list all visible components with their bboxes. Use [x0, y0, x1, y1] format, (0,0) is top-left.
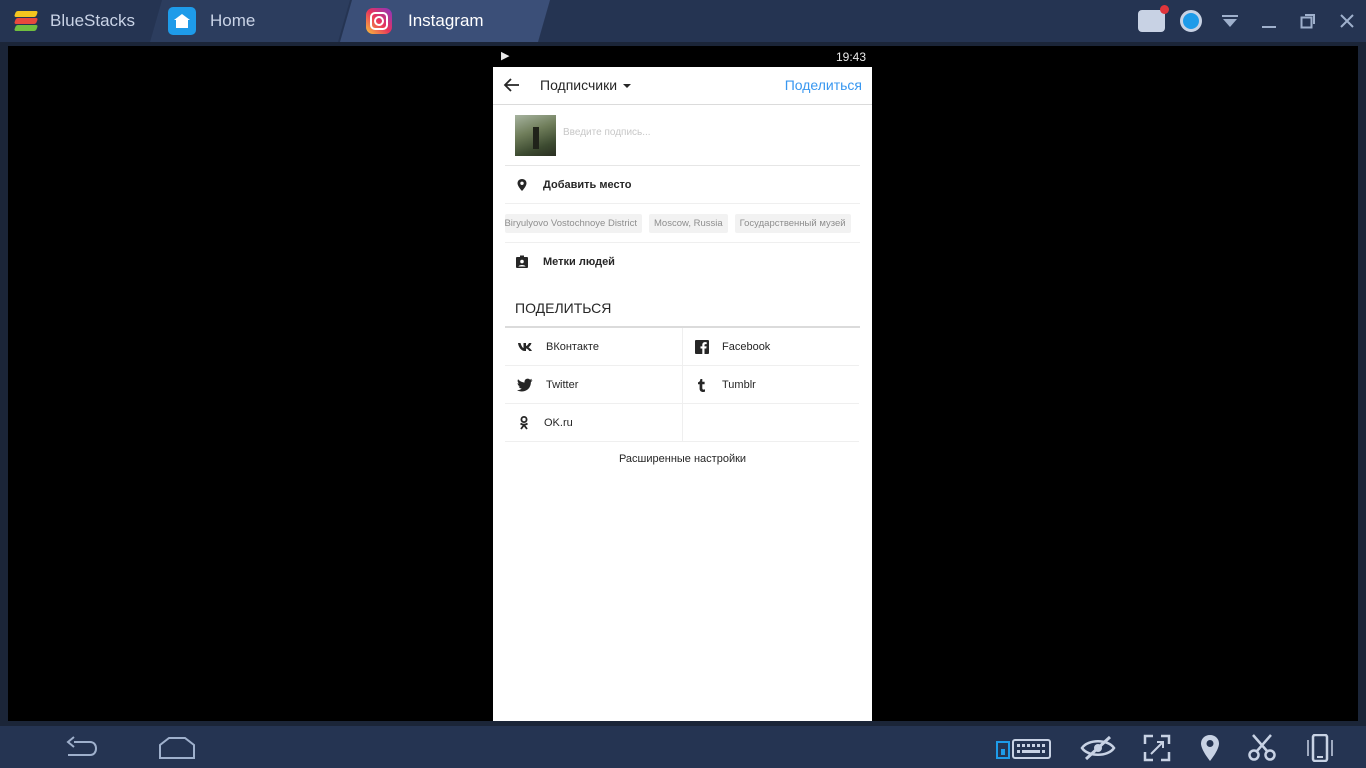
tab-home[interactable]: Home [150, 0, 350, 42]
restore-icon [1300, 14, 1315, 29]
share-section-title: ПОДЕЛИТЬСЯ [515, 300, 612, 316]
tag-people-row[interactable]: Метки людей [505, 243, 860, 281]
share-target-okru[interactable]: OK.ru [505, 404, 682, 442]
keyboard-icon[interactable] [996, 734, 1052, 762]
rotate-device-icon[interactable] [1300, 734, 1340, 762]
close-icon [1339, 14, 1354, 28]
status-time: 19:43 [835, 50, 866, 64]
audience-selector[interactable]: Подписчики [540, 77, 632, 93]
location-chip[interactable]: Государственный музей [734, 213, 851, 233]
share-target-twitter[interactable]: Twitter [505, 366, 682, 404]
location-pin-icon [517, 178, 527, 191]
share-target-facebook[interactable]: Facebook [682, 328, 859, 366]
fullscreen-icon[interactable] [1137, 734, 1177, 762]
emulator-screen: ▶ 19:43 Подписчики Поделиться Добавить м… [8, 46, 1358, 721]
share-target-tumblr[interactable]: Tumblr [682, 366, 859, 404]
location-icon[interactable] [1190, 734, 1230, 762]
location-chip[interactable]: Tsaritsyno Orekhovo-Borisovo Biryulyovo … [505, 213, 642, 233]
window-controls [1132, 0, 1366, 42]
tag-people-icon [516, 255, 528, 268]
add-location-row[interactable]: Добавить место [505, 166, 860, 204]
minimize-icon [1261, 26, 1276, 28]
multi-instance-button[interactable] [1132, 0, 1171, 42]
tab-instagram-label: Instagram [408, 11, 484, 30]
tab-instagram[interactable]: Instagram [340, 0, 550, 42]
post-thumbnail[interactable] [515, 115, 556, 156]
caption-row [505, 105, 860, 166]
vk-icon [518, 342, 532, 351]
home-icon [168, 7, 196, 35]
android-home-icon[interactable] [157, 734, 197, 762]
share-target-label: ВКонтакте [546, 340, 599, 353]
tab-home-label: Home [210, 11, 256, 30]
play-store-notification-icon: ▶ [501, 50, 510, 62]
share-target-label: Tumblr [722, 378, 756, 391]
chevron-down-icon [1221, 15, 1238, 27]
window-titlebar: BlueStacks Home Instagram [0, 0, 1366, 42]
scissors-icon[interactable] [1242, 734, 1282, 762]
share-target-label: OK.ru [544, 416, 573, 429]
twitter-icon [517, 378, 533, 391]
share-targets-grid: ВКонтакте Facebook Twitter Tumblr OK.ru [505, 326, 860, 442]
share-target-label: Twitter [546, 378, 579, 391]
app-bar: Подписчики Поделиться [493, 67, 872, 105]
tag-people-label: Метки людей [543, 256, 615, 268]
instagram-icon [366, 8, 392, 34]
tumblr-icon [698, 378, 705, 392]
profile-icon [1179, 10, 1202, 32]
add-location-label: Добавить место [543, 178, 632, 191]
instagram-share-screen: Подписчики Поделиться Добавить место Tsa… [493, 67, 872, 721]
caret-down-icon [623, 84, 632, 89]
location-suggestions: Tsaritsyno Orekhovo-Borisovo Biryulyovo … [505, 204, 860, 243]
back-arrow-icon[interactable] [503, 76, 521, 94]
menu-dropdown-button[interactable] [1210, 0, 1249, 42]
odnoklassniki-icon [519, 415, 529, 430]
account-button[interactable] [1171, 0, 1210, 42]
app-name: BlueStacks [50, 11, 136, 30]
bluestacks-logo-tab[interactable]: BlueStacks [0, 0, 150, 42]
close-button[interactable] [1327, 0, 1366, 42]
people-icon [1138, 5, 1169, 32]
caption-input[interactable] [563, 127, 843, 138]
share-target-vk[interactable]: ВКонтакте [505, 328, 682, 366]
advanced-settings-link[interactable]: Расширенные настройки [493, 453, 872, 465]
minimize-button[interactable] [1249, 0, 1288, 42]
android-status-bar: ▶ 19:43 [493, 46, 872, 67]
share-target-label: Facebook [722, 340, 771, 353]
location-chip[interactable]: Moscow, Russia [649, 213, 728, 233]
android-back-icon[interactable] [60, 734, 100, 762]
eye-hidden-icon[interactable] [1078, 734, 1118, 762]
bluestacks-logo-icon [12, 8, 40, 34]
share-target-empty [682, 404, 859, 442]
bottom-toolbar [0, 726, 1366, 768]
restore-button[interactable] [1288, 0, 1327, 42]
audience-label: Подписчики [540, 77, 618, 93]
facebook-icon [695, 339, 709, 354]
share-button[interactable]: Поделиться [785, 77, 862, 93]
